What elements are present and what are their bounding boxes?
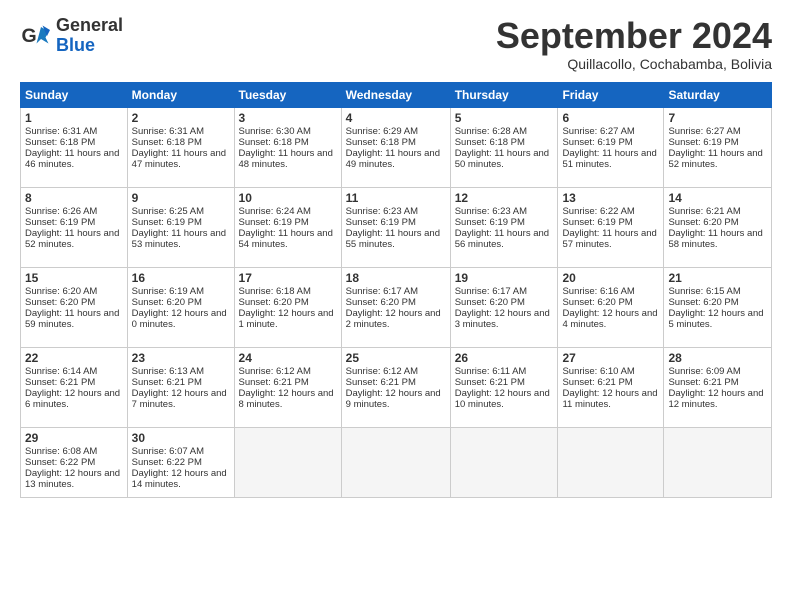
table-row: 9 Sunrise: 6:25 AMSunset: 6:19 PMDayligh… bbox=[127, 187, 234, 267]
logo-general: General bbox=[56, 16, 123, 36]
col-thursday: Thursday bbox=[450, 82, 558, 107]
table-row: 21 Sunrise: 6:15 AMSunset: 6:20 PMDaylig… bbox=[664, 267, 772, 347]
table-row: 23 Sunrise: 6:13 AMSunset: 6:21 PMDaylig… bbox=[127, 347, 234, 427]
col-monday: Monday bbox=[127, 82, 234, 107]
header: G General Blue September 2024 Quillacoll… bbox=[20, 16, 772, 72]
empty-cell bbox=[341, 427, 450, 497]
empty-cell bbox=[234, 427, 341, 497]
col-tuesday: Tuesday bbox=[234, 82, 341, 107]
location-subtitle: Quillacollo, Cochabamba, Bolivia bbox=[496, 56, 772, 72]
table-row: 5 Sunrise: 6:28 AMSunset: 6:18 PMDayligh… bbox=[450, 107, 558, 187]
logo-icon: G bbox=[20, 21, 50, 51]
table-row: 12 Sunrise: 6:23 AMSunset: 6:19 PMDaylig… bbox=[450, 187, 558, 267]
page: G General Blue September 2024 Quillacoll… bbox=[0, 0, 792, 612]
logo-blue: Blue bbox=[56, 36, 123, 56]
table-row: 27 Sunrise: 6:10 AMSunset: 6:21 PMDaylig… bbox=[558, 347, 664, 427]
table-row: 16 Sunrise: 6:19 AMSunset: 6:20 PMDaylig… bbox=[127, 267, 234, 347]
col-saturday: Saturday bbox=[664, 82, 772, 107]
table-row: 30 Sunrise: 6:07 AMSunset: 6:22 PMDaylig… bbox=[127, 427, 234, 497]
table-row: 2 Sunrise: 6:31 AMSunset: 6:18 PMDayligh… bbox=[127, 107, 234, 187]
week-row-5: 29 Sunrise: 6:08 AMSunset: 6:22 PMDaylig… bbox=[21, 427, 772, 497]
table-row: 24 Sunrise: 6:12 AMSunset: 6:21 PMDaylig… bbox=[234, 347, 341, 427]
table-row: 6 Sunrise: 6:27 AMSunset: 6:19 PMDayligh… bbox=[558, 107, 664, 187]
table-row: 22 Sunrise: 6:14 AMSunset: 6:21 PMDaylig… bbox=[21, 347, 128, 427]
table-row: 17 Sunrise: 6:18 AMSunset: 6:20 PMDaylig… bbox=[234, 267, 341, 347]
title-block: September 2024 Quillacollo, Cochabamba, … bbox=[496, 16, 772, 72]
empty-cell bbox=[450, 427, 558, 497]
table-row: 29 Sunrise: 6:08 AMSunset: 6:22 PMDaylig… bbox=[21, 427, 128, 497]
table-row: 15 Sunrise: 6:20 AMSunset: 6:20 PMDaylig… bbox=[21, 267, 128, 347]
empty-cell bbox=[558, 427, 664, 497]
table-row: 4 Sunrise: 6:29 AMSunset: 6:18 PMDayligh… bbox=[341, 107, 450, 187]
table-row: 8 Sunrise: 6:26 AMSunset: 6:19 PMDayligh… bbox=[21, 187, 128, 267]
svg-text:G: G bbox=[22, 25, 37, 47]
col-friday: Friday bbox=[558, 82, 664, 107]
week-row-3: 15 Sunrise: 6:20 AMSunset: 6:20 PMDaylig… bbox=[21, 267, 772, 347]
table-row: 20 Sunrise: 6:16 AMSunset: 6:20 PMDaylig… bbox=[558, 267, 664, 347]
week-row-4: 22 Sunrise: 6:14 AMSunset: 6:21 PMDaylig… bbox=[21, 347, 772, 427]
table-row: 7 Sunrise: 6:27 AMSunset: 6:19 PMDayligh… bbox=[664, 107, 772, 187]
week-row-2: 8 Sunrise: 6:26 AMSunset: 6:19 PMDayligh… bbox=[21, 187, 772, 267]
header-row: Sunday Monday Tuesday Wednesday Thursday… bbox=[21, 82, 772, 107]
table-row: 1 Sunrise: 6:31 AMSunset: 6:18 PMDayligh… bbox=[21, 107, 128, 187]
col-sunday: Sunday bbox=[21, 82, 128, 107]
table-row: 26 Sunrise: 6:11 AMSunset: 6:21 PMDaylig… bbox=[450, 347, 558, 427]
table-row: 11 Sunrise: 6:23 AMSunset: 6:19 PMDaylig… bbox=[341, 187, 450, 267]
month-title: September 2024 bbox=[496, 16, 772, 56]
logo: G General Blue bbox=[20, 16, 123, 56]
table-row: 28 Sunrise: 6:09 AMSunset: 6:21 PMDaylig… bbox=[664, 347, 772, 427]
table-row: 10 Sunrise: 6:24 AMSunset: 6:19 PMDaylig… bbox=[234, 187, 341, 267]
table-row: 14 Sunrise: 6:21 AMSunset: 6:20 PMDaylig… bbox=[664, 187, 772, 267]
logo-text: General Blue bbox=[56, 16, 123, 56]
table-row: 13 Sunrise: 6:22 AMSunset: 6:19 PMDaylig… bbox=[558, 187, 664, 267]
calendar-table: Sunday Monday Tuesday Wednesday Thursday… bbox=[20, 82, 772, 498]
table-row: 19 Sunrise: 6:17 AMSunset: 6:20 PMDaylig… bbox=[450, 267, 558, 347]
col-wednesday: Wednesday bbox=[341, 82, 450, 107]
table-row: 3 Sunrise: 6:30 AMSunset: 6:18 PMDayligh… bbox=[234, 107, 341, 187]
week-row-1: 1 Sunrise: 6:31 AMSunset: 6:18 PMDayligh… bbox=[21, 107, 772, 187]
table-row: 25 Sunrise: 6:12 AMSunset: 6:21 PMDaylig… bbox=[341, 347, 450, 427]
empty-cell bbox=[664, 427, 772, 497]
table-row: 18 Sunrise: 6:17 AMSunset: 6:20 PMDaylig… bbox=[341, 267, 450, 347]
